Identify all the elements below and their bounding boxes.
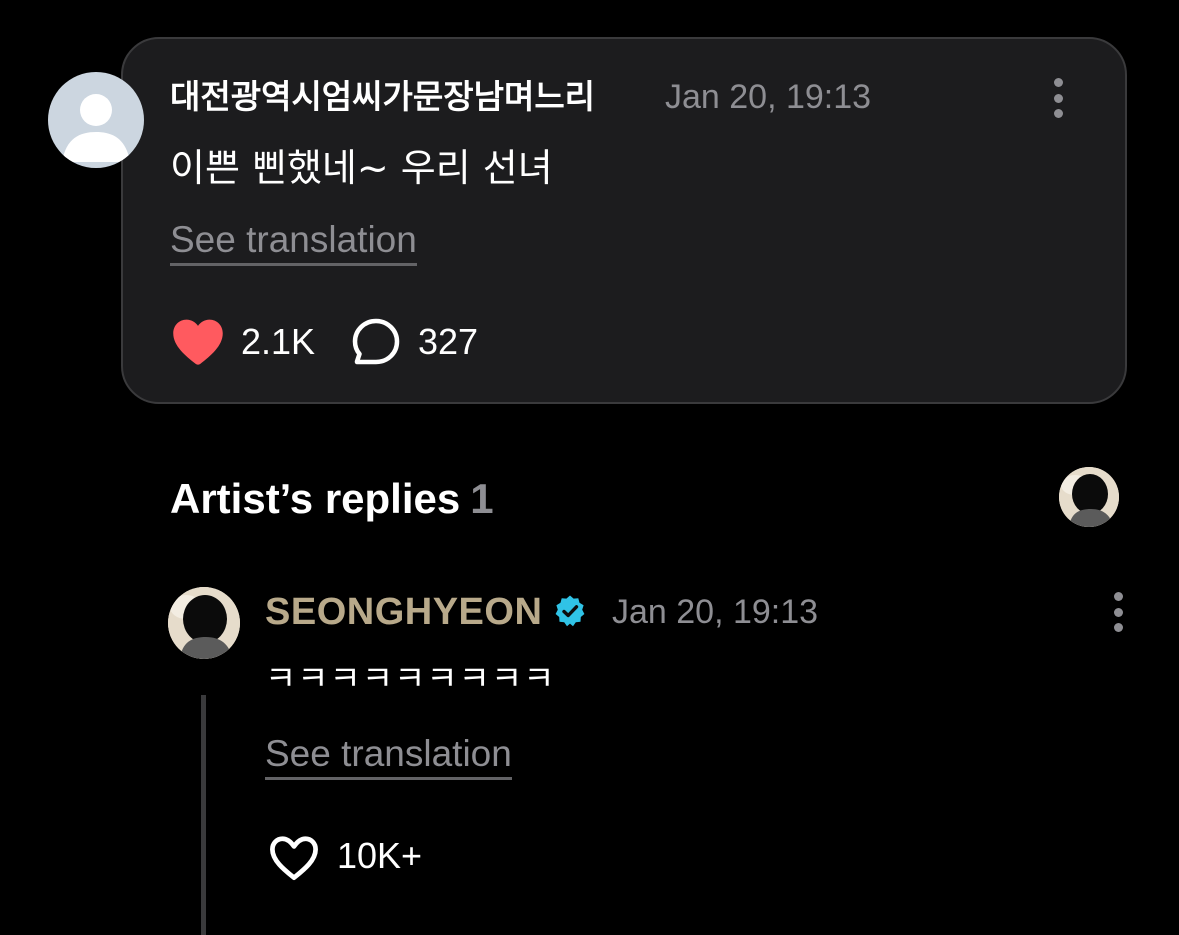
see-translation-link[interactable]: See translation [170,219,417,266]
reply-timestamp: Jan 20, 19:13 [612,593,819,631]
reply-text: ㅋㅋㅋㅋㅋㅋㅋㅋㅋ [265,659,556,699]
comment-username[interactable]: 대전광역시엄씨가문장남며느리 [170,77,595,117]
artist-replies-count: 1 [470,475,494,522]
verified-badge-icon [553,594,587,628]
reply-count: 327 [418,321,479,362]
see-translation-link[interactable]: See translation [265,733,512,780]
thread-line [201,695,206,935]
comment-text: 이쁜 삔했네~ 우리 선녀 [170,146,553,190]
artist-avatar-small[interactable] [1059,467,1119,527]
heart-outline-icon[interactable] [267,832,321,882]
user-placeholder-icon[interactable] [48,72,144,168]
heart-filled-icon[interactable] [171,316,225,366]
reply-like-count: 10K+ [337,835,423,876]
artist-avatar[interactable] [168,587,240,659]
comment-bubble-icon[interactable] [351,317,401,367]
more-vertical-icon[interactable] [1112,592,1124,632]
artist-name[interactable]: SEONGHYEON [265,590,542,634]
like-count: 2.1K [241,321,316,362]
artist-replies-title: Artist’s replies [170,475,461,522]
comment-timestamp: Jan 20, 19:13 [665,78,872,116]
artist-replies-heading: Artist’s replies 1 [170,475,494,523]
more-vertical-icon[interactable] [1052,78,1064,118]
